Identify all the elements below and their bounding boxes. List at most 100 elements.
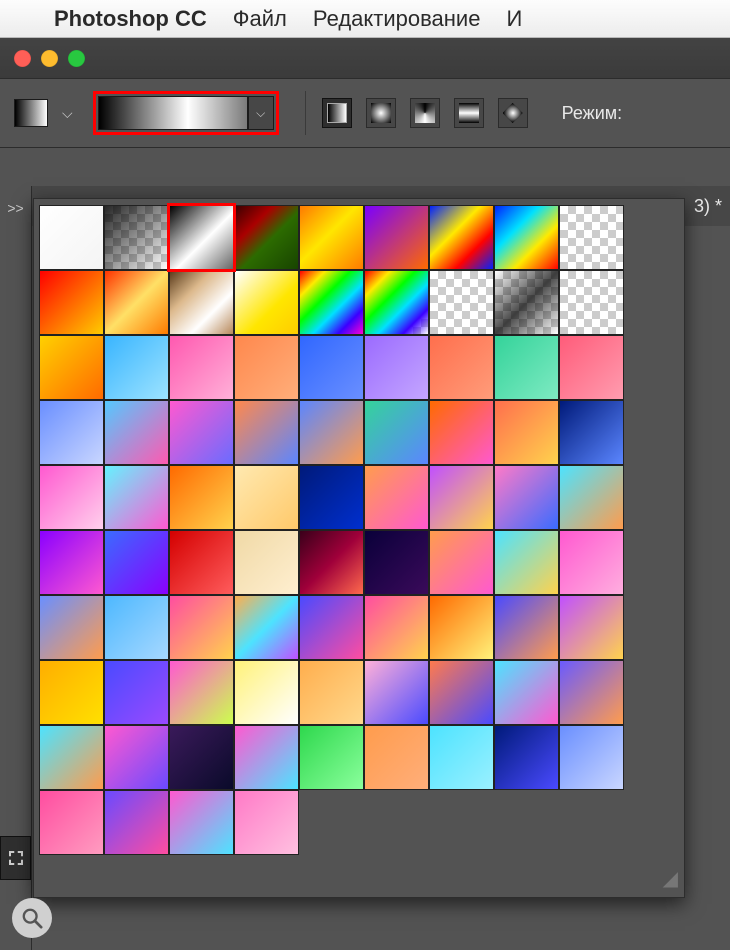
gradient-type-radial-button[interactable]	[366, 98, 396, 128]
gradient-preset-swatch[interactable]	[234, 400, 299, 465]
window-close-button[interactable]	[14, 50, 31, 67]
gradient-preset-swatch[interactable]	[299, 335, 364, 400]
gradient-preset-swatch[interactable]	[364, 205, 429, 270]
gradient-preset-swatch[interactable]	[364, 335, 429, 400]
gradient-preset-swatch[interactable]	[494, 400, 559, 465]
gradient-editor-preview[interactable]	[98, 96, 248, 130]
window-zoom-button[interactable]	[68, 50, 85, 67]
gradient-type-angle-button[interactable]	[410, 98, 440, 128]
gradient-preset-swatch[interactable]	[429, 725, 494, 790]
gradient-preset-swatch[interactable]	[299, 400, 364, 465]
gradient-preset-swatch[interactable]	[494, 465, 559, 530]
zoom-tool-button[interactable]	[12, 898, 52, 938]
gradient-preset-swatch[interactable]	[234, 270, 299, 335]
gradient-preset-swatch[interactable]	[234, 725, 299, 790]
gradient-preset-swatch[interactable]	[559, 465, 624, 530]
gradient-preset-swatch[interactable]	[559, 335, 624, 400]
gradient-preset-swatch[interactable]	[104, 270, 169, 335]
gradient-preset-swatch[interactable]	[39, 790, 104, 855]
gradient-preset-swatch[interactable]	[299, 660, 364, 725]
gradient-type-linear-button[interactable]	[322, 98, 352, 128]
gradient-preset-swatch[interactable]	[364, 465, 429, 530]
left-panel-collapsed[interactable]: >>	[0, 186, 32, 950]
gradient-preset-swatch[interactable]	[429, 465, 494, 530]
gradient-preset-swatch[interactable]	[104, 205, 169, 270]
gradient-preset-swatch[interactable]	[299, 270, 364, 335]
gradient-preset-swatch[interactable]	[299, 725, 364, 790]
gradient-preset-swatch[interactable]	[169, 335, 234, 400]
gradient-preset-swatch[interactable]	[169, 465, 234, 530]
gradient-preset-swatch[interactable]	[104, 465, 169, 530]
gradient-preset-swatch[interactable]	[364, 595, 429, 660]
gradient-preset-swatch[interactable]	[559, 270, 624, 335]
document-tab-title-tail[interactable]: 3) *	[694, 196, 722, 217]
gradient-preset-swatch[interactable]	[429, 205, 494, 270]
gradient-preset-swatch[interactable]	[169, 530, 234, 595]
gradient-preset-swatch[interactable]	[169, 270, 234, 335]
gradient-preset-swatch[interactable]	[39, 530, 104, 595]
gradient-preset-swatch[interactable]	[104, 400, 169, 465]
menu-file[interactable]: Файл	[233, 6, 287, 32]
gradient-preset-swatch[interactable]	[234, 530, 299, 595]
gradient-preset-swatch[interactable]	[429, 400, 494, 465]
gradient-preset-swatch[interactable]	[39, 400, 104, 465]
active-tool-slot[interactable]	[0, 836, 31, 880]
gradient-preset-swatch[interactable]	[169, 595, 234, 660]
gradient-preset-swatch[interactable]	[104, 335, 169, 400]
gradient-preset-swatch[interactable]	[364, 400, 429, 465]
gradient-preset-swatch[interactable]	[104, 725, 169, 790]
gradient-preset-swatch[interactable]	[429, 530, 494, 595]
gradient-preset-swatch[interactable]	[234, 595, 299, 660]
gradient-preset-swatch[interactable]	[169, 725, 234, 790]
gradient-preset-swatch[interactable]	[364, 530, 429, 595]
gradient-preset-swatch[interactable]	[429, 335, 494, 400]
gradient-preset-swatch[interactable]	[39, 205, 104, 270]
gradient-preset-swatch[interactable]	[494, 595, 559, 660]
gradient-preset-swatch[interactable]	[364, 725, 429, 790]
gradient-preset-swatch[interactable]	[364, 660, 429, 725]
window-minimize-button[interactable]	[41, 50, 58, 67]
gradient-preset-swatch[interactable]	[494, 270, 559, 335]
gradient-preset-swatch[interactable]	[299, 205, 364, 270]
gradient-preset-swatch[interactable]	[559, 595, 624, 660]
menu-next-clipped[interactable]: И	[506, 6, 522, 32]
gradient-preset-swatch[interactable]	[169, 790, 234, 855]
gradient-preset-swatch[interactable]	[234, 660, 299, 725]
gradient-preset-swatch[interactable]	[234, 790, 299, 855]
app-name[interactable]: Photoshop CC	[54, 6, 207, 32]
gradient-preset-swatch[interactable]	[234, 465, 299, 530]
gradient-preset-swatch[interactable]	[39, 465, 104, 530]
gradient-preset-swatch[interactable]	[559, 725, 624, 790]
gradient-preset-swatch[interactable]	[299, 530, 364, 595]
gradient-preset-swatch[interactable]	[39, 270, 104, 335]
gradient-preset-swatch[interactable]	[559, 660, 624, 725]
gradient-preset-swatch[interactable]	[299, 595, 364, 660]
gradient-preset-swatch[interactable]	[494, 660, 559, 725]
gradient-preset-swatch[interactable]	[104, 530, 169, 595]
gradient-preset-swatch[interactable]	[169, 205, 234, 270]
tool-preset-swatch[interactable]	[14, 99, 48, 127]
gradient-type-diamond-button[interactable]	[498, 98, 528, 128]
gradient-preset-swatch[interactable]	[494, 205, 559, 270]
expand-panels-icon[interactable]: >>	[0, 200, 31, 216]
gradient-preset-swatch[interactable]	[429, 595, 494, 660]
gradient-preset-swatch[interactable]	[234, 205, 299, 270]
resize-grip-icon[interactable]: ◢	[663, 866, 678, 891]
gradient-preset-swatch[interactable]	[169, 660, 234, 725]
menu-edit[interactable]: Редактирование	[313, 6, 481, 32]
gradient-preset-swatch[interactable]	[364, 270, 429, 335]
gradient-preset-swatch[interactable]	[39, 725, 104, 790]
gradient-picker-dropdown-button[interactable]: ⌵	[248, 96, 274, 130]
gradient-preset-swatch[interactable]	[559, 205, 624, 270]
gradient-preset-swatch[interactable]	[494, 725, 559, 790]
gradient-type-reflected-button[interactable]	[454, 98, 484, 128]
tool-preset-dropdown-icon[interactable]: ⌵	[56, 97, 79, 130]
gradient-preset-swatch[interactable]	[429, 660, 494, 725]
gradient-preset-swatch[interactable]	[104, 660, 169, 725]
gradient-preset-swatch[interactable]	[169, 400, 234, 465]
gradient-preset-swatch[interactable]	[494, 335, 559, 400]
gradient-preset-swatch[interactable]	[234, 335, 299, 400]
gradient-preset-swatch[interactable]	[299, 465, 364, 530]
gradient-preset-swatch[interactable]	[559, 400, 624, 465]
gradient-preset-swatch[interactable]	[494, 530, 559, 595]
